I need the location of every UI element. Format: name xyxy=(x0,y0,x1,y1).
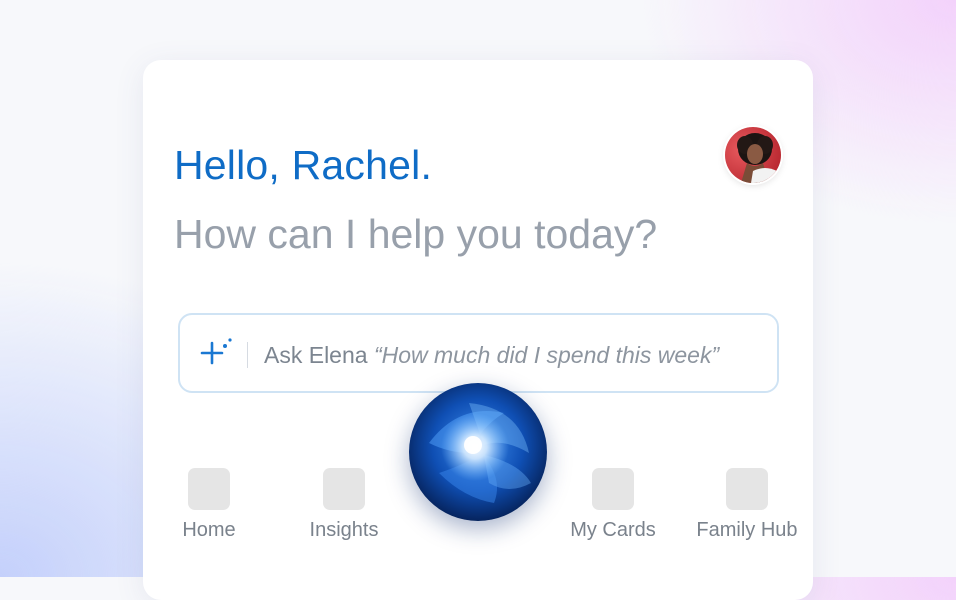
greeting-title: Hello, Rachel. xyxy=(174,142,433,188)
ask-elena-input[interactable]: Ask Elena “How much did I spend this wee… xyxy=(178,313,779,393)
nav-family-hub-label: Family Hub xyxy=(696,519,798,541)
ask-example-query: “How much did I spend this week” xyxy=(373,342,720,368)
ask-placeholder: Ask Elena “How much did I spend this wee… xyxy=(264,340,719,370)
avatar-image xyxy=(725,127,781,183)
nav-insights-label: Insights xyxy=(309,519,379,541)
ask-prefix: Ask Elena xyxy=(264,342,368,368)
nav-home[interactable]: Home xyxy=(176,468,242,542)
home-icon xyxy=(188,468,230,510)
assistant-orb-button[interactable] xyxy=(409,383,547,521)
greeting-subtitle: How can I help you today? xyxy=(174,211,658,257)
nav-my-cards[interactable]: My Cards xyxy=(562,468,664,542)
input-divider xyxy=(247,342,248,368)
nav-insights[interactable]: Insights xyxy=(300,468,388,542)
input-fade xyxy=(717,315,777,391)
family-hub-icon xyxy=(726,468,768,510)
assistant-orb-icon xyxy=(409,383,547,521)
user-avatar[interactable] xyxy=(725,127,781,183)
nav-my-cards-label: My Cards xyxy=(570,519,656,541)
cards-icon xyxy=(592,468,634,510)
insights-icon xyxy=(323,468,365,510)
nav-family-hub[interactable]: Family Hub xyxy=(690,468,804,542)
nav-home-label: Home xyxy=(182,519,236,541)
sparkle-icon xyxy=(200,338,232,365)
